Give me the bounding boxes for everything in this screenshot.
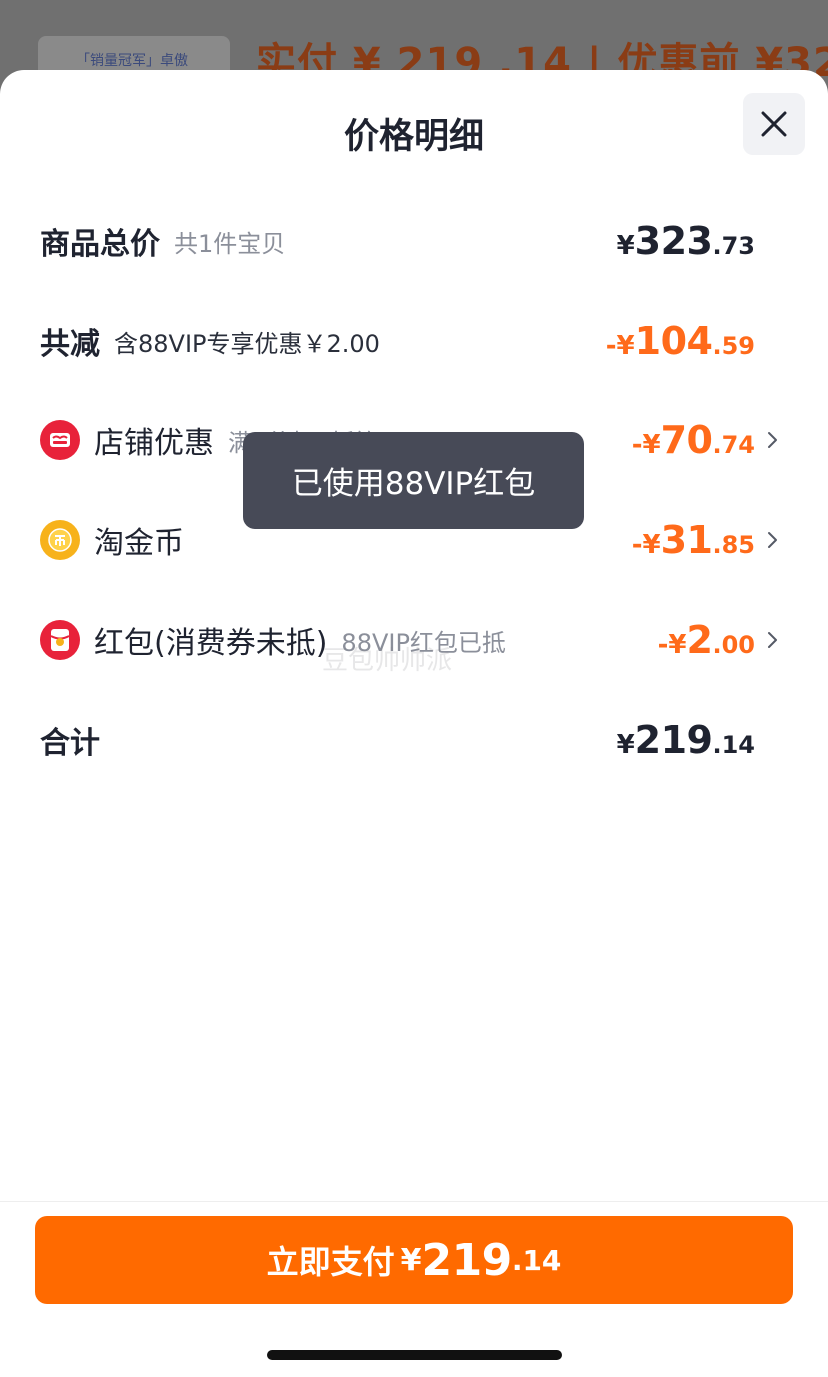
shop-coupon-icon xyxy=(40,420,80,460)
red-packet-amount: -¥ 2 .00 xyxy=(658,618,755,662)
pay-amount-prefix: ¥ xyxy=(400,1242,422,1278)
total-count-label: 共1件宝贝 xyxy=(174,229,286,258)
close-button[interactable] xyxy=(743,93,805,155)
amount-int: 104 xyxy=(634,319,713,363)
reduction-note: 含88VIP专享优惠￥2.00 xyxy=(114,329,380,358)
price-detail-sheet: 价格明细 商品总价 共1件宝贝 ¥ 323 .73 共减 含88VIP专享优惠￥… xyxy=(0,70,828,1377)
taojinbi-label: 淘金币 xyxy=(94,526,184,561)
shop-discount-amount: -¥ 70 .74 xyxy=(632,418,755,462)
amount-prefix: -¥ xyxy=(605,331,635,361)
total-price-amount: ¥ 323 .73 xyxy=(617,219,755,263)
reduction-label: 共减 xyxy=(40,327,100,362)
amount-prefix: ¥ xyxy=(616,730,635,760)
pay-amount-dec: .14 xyxy=(511,1243,562,1277)
taojinbi-amount: -¥ 31 .85 xyxy=(632,518,755,562)
watermark: 豆包帅帅派 xyxy=(322,646,453,676)
coin-icon xyxy=(40,520,80,560)
red-packet-label: 红包(消费券未抵) xyxy=(94,626,328,661)
sum-amount: ¥ 219 .14 xyxy=(617,718,755,762)
amount-int: 2 xyxy=(686,618,713,662)
amount-int: 323 xyxy=(634,219,713,263)
close-icon xyxy=(761,111,787,137)
chevron-right-icon xyxy=(768,532,777,548)
product-badge-text: 「销量冠军」卓傲 xyxy=(76,53,188,69)
amount-dec: .59 xyxy=(712,332,755,360)
sheet-title: 价格明细 xyxy=(343,117,484,157)
amount-int: 70 xyxy=(660,418,713,462)
pay-button-label: 立即支付 xyxy=(266,1243,395,1281)
row-total-price: 商品总价 共1件宝贝 ¥ 323 .73 xyxy=(40,211,788,271)
toast-message: 已使用88VIP红包 xyxy=(243,432,584,529)
pay-amount-int: 219 xyxy=(421,1234,512,1286)
red-packet-icon xyxy=(40,620,80,660)
chevron-right-icon xyxy=(768,432,777,448)
row-total-reduction: 共减 含88VIP专享优惠￥2.00 -¥ 104 .59 xyxy=(40,311,788,371)
amount-dec: .14 xyxy=(712,731,755,759)
pay-now-button[interactable]: 立即支付 ¥ 219 .14 xyxy=(35,1216,793,1304)
shop-discount-label: 店铺优惠 xyxy=(94,426,214,461)
amount-dec: .73 xyxy=(712,232,755,260)
amount-prefix: ¥ xyxy=(616,231,635,261)
amount-prefix: -¥ xyxy=(631,430,661,460)
amount-int: 219 xyxy=(634,718,713,762)
amount-int: 31 xyxy=(660,518,713,562)
home-indicator xyxy=(267,1350,562,1360)
amount-dec: .00 xyxy=(712,631,755,659)
amount-dec: .74 xyxy=(712,431,755,459)
chevron-right-icon xyxy=(768,632,777,648)
amount-prefix: -¥ xyxy=(657,630,687,660)
sum-label: 合计 xyxy=(40,726,100,761)
amount-prefix: -¥ xyxy=(631,530,661,560)
amount-dec: .85 xyxy=(712,531,755,559)
row-sum: 合计 ¥ 219 .14 xyxy=(40,710,788,770)
reduction-amount: -¥ 104 .59 xyxy=(606,319,755,363)
divider xyxy=(0,1201,828,1202)
total-price-label: 商品总价 xyxy=(40,227,160,262)
